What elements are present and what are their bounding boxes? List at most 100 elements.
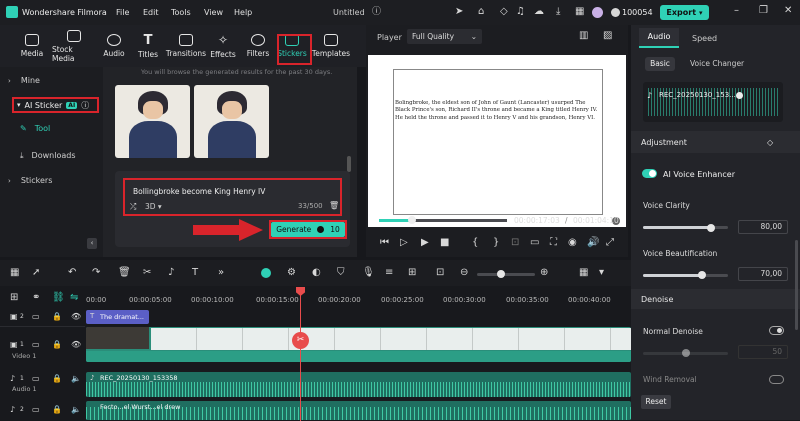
send-icon[interactable]: ➤ xyxy=(455,7,463,17)
folder-icon[interactable]: ▭ xyxy=(32,405,40,414)
adjustment-header[interactable]: Adjustment ◇ xyxy=(631,131,800,153)
more-options-icon[interactable]: ▾ xyxy=(599,268,604,278)
subtab-voice-changer[interactable]: Voice Changer xyxy=(690,59,744,68)
link-icon[interactable]: ⚭ xyxy=(32,293,40,303)
tab-media[interactable]: Media xyxy=(12,27,52,65)
pointer-icon[interactable]: ➚ xyxy=(32,268,40,278)
timeline-zoom-slider[interactable] xyxy=(477,273,535,276)
tab-effects[interactable]: ✧ Effects xyxy=(203,27,243,65)
lock-icon[interactable]: 🔒 xyxy=(52,374,62,383)
eye-icon[interactable]: 👁 xyxy=(71,340,81,349)
audio-clip-preview[interactable]: ♪ REC_20250130_153... xyxy=(643,82,783,122)
shuffle-icon[interactable]: ⤮ xyxy=(130,202,136,212)
voice-beautification-value[interactable]: 70,00 xyxy=(738,267,788,281)
prompt-input-highlight[interactable]: Bollingbroke become King Henry IV ⤮ 3D ▾… xyxy=(123,178,342,216)
keyframe-diamond-icon[interactable]: ◇ xyxy=(767,138,773,147)
mark-in-icon[interactable]: { xyxy=(472,238,478,248)
avatar[interactable] xyxy=(592,7,603,18)
collapse-sidebar-button[interactable]: ‹ xyxy=(87,238,97,249)
camera-icon[interactable]: ◉ xyxy=(568,238,577,248)
video-clip[interactable] xyxy=(86,327,631,362)
normal-denoise-value[interactable]: 50 xyxy=(738,345,788,359)
fullscreen-icon[interactable]: ⛶ xyxy=(550,238,557,248)
credits-count[interactable]: 100054 xyxy=(622,8,653,17)
gallery-scrollbar[interactable] xyxy=(347,156,351,172)
fit-timeline-icon[interactable]: ⊡ xyxy=(436,268,444,278)
tab-transitions[interactable]: Transitions xyxy=(164,27,208,65)
grid-icon[interactable]: ▦ xyxy=(575,7,584,17)
trash-icon[interactable]: 🗑 xyxy=(329,201,339,210)
sidebar-item-ai-sticker[interactable]: ▾ AI Sticker AI ⓘ xyxy=(12,97,99,113)
ai-voice-enhancer-toggle[interactable] xyxy=(642,169,657,178)
tab-audio[interactable]: Audio xyxy=(639,28,679,48)
generate-button[interactable]: Generate 10 xyxy=(271,222,345,237)
sidebar-item-downloads[interactable]: ⤓ Downloads xyxy=(20,151,75,161)
style-select[interactable]: 3D ▾ xyxy=(145,202,162,211)
sticker-thumbnail-1[interactable] xyxy=(115,85,190,158)
shield-icon[interactable]: ◇ xyxy=(500,7,508,17)
more-tools-icon[interactable]: » xyxy=(218,268,224,278)
normal-denoise-knob[interactable] xyxy=(682,349,690,357)
snap-toggle-icon[interactable] xyxy=(261,268,271,278)
headset-icon[interactable]: ♫ xyxy=(516,7,525,17)
menu-view[interactable]: View xyxy=(204,8,223,17)
play-icon[interactable]: ▶ xyxy=(421,238,429,248)
wind-removal-toggle[interactable] xyxy=(769,375,784,384)
audio-edit-icon[interactable]: ♪ xyxy=(168,268,174,278)
prev-frame-icon[interactable]: ⏮ xyxy=(380,238,389,248)
tab-titles[interactable]: T Titles xyxy=(128,27,168,65)
split-scissors-icon[interactable]: ✂ xyxy=(143,268,151,278)
ai-tools-icon[interactable]: ⚙ xyxy=(287,268,296,278)
split-marker-icon[interactable]: ✂ xyxy=(292,332,309,349)
tab-filters[interactable]: Filters xyxy=(238,27,278,65)
undo-icon[interactable]: ↶ xyxy=(68,268,76,278)
add-track-icon[interactable]: ⊞ xyxy=(10,293,18,303)
compare-view-icon[interactable]: ▥ xyxy=(579,31,588,41)
play-reverse-icon[interactable]: ▷ xyxy=(400,238,408,248)
title-clip[interactable]: T The dramat... xyxy=(86,310,149,324)
microphone-icon[interactable]: 🎙 xyxy=(362,268,375,278)
folder-icon[interactable]: ▭ xyxy=(32,374,40,383)
normal-denoise-toggle[interactable] xyxy=(769,326,784,335)
lock-icon[interactable]: 🔒 xyxy=(52,340,62,349)
layout-icon[interactable]: ▦ xyxy=(10,268,19,278)
sidebar-item-mine[interactable]: › Mine xyxy=(8,76,40,85)
tab-speed[interactable]: Speed xyxy=(692,34,717,43)
sidebar-item-tool[interactable]: ✎ Tool xyxy=(20,124,50,133)
voice-clarity-knob[interactable] xyxy=(707,224,715,232)
delete-icon[interactable]: 🗑 xyxy=(118,268,131,278)
menu-edit[interactable]: Edit xyxy=(143,8,159,17)
denoise-header[interactable]: Denoise xyxy=(631,289,800,309)
speaker-icon[interactable]: 🔈 xyxy=(71,374,81,383)
text-icon[interactable]: T xyxy=(192,268,198,278)
playhead-line[interactable] xyxy=(300,291,301,421)
sidebar-item-stickers[interactable]: › Stickers xyxy=(8,176,52,185)
audio-meter-icon[interactable]: ▭ xyxy=(530,238,539,248)
help-icon[interactable]: ⓘ xyxy=(81,100,89,111)
voice-beautification-knob[interactable] xyxy=(698,271,706,279)
quality-select[interactable]: Full Quality ⌄ xyxy=(407,29,482,44)
voice-clarity-value[interactable]: 80,00 xyxy=(738,220,788,234)
prompt-input[interactable]: Bollingbroke become King Henry IV xyxy=(133,187,265,196)
sticker-thumbnail-2[interactable] xyxy=(194,85,269,158)
zoom-out-icon[interactable]: ⊖ xyxy=(460,268,468,278)
pip-icon[interactable]: ⊞ xyxy=(408,268,416,278)
render-icon[interactable]: ⊡ xyxy=(511,238,519,248)
magnet-icon[interactable]: ⛓ xyxy=(52,293,65,303)
menu-help[interactable]: Help xyxy=(234,8,252,17)
redo-icon[interactable]: ↷ xyxy=(92,268,100,278)
audio-clip-1[interactable]: ♪ REC_20250130_153358 xyxy=(86,372,631,397)
eye-icon[interactable]: 👁 xyxy=(71,312,81,321)
marker-icon[interactable]: ⛉ xyxy=(337,268,345,278)
cloud-icon[interactable]: ☁ xyxy=(534,7,544,17)
menu-file[interactable]: File xyxy=(116,8,129,17)
grid-view-icon[interactable]: ▦ xyxy=(579,268,588,278)
tab-templates[interactable]: Templates xyxy=(310,27,352,65)
subtab-basic[interactable]: Basic xyxy=(645,57,675,71)
lock-icon[interactable]: 🔒 xyxy=(52,312,62,321)
menu-tools[interactable]: Tools xyxy=(171,8,191,17)
snapshot-image-icon[interactable]: ▨ xyxy=(603,31,612,41)
audio-clip-2[interactable]: Fecto...el Wurst...el drew xyxy=(86,401,631,420)
export-button[interactable]: Export ▾ xyxy=(660,5,709,20)
close-icon[interactable]: ✕ xyxy=(784,6,792,16)
